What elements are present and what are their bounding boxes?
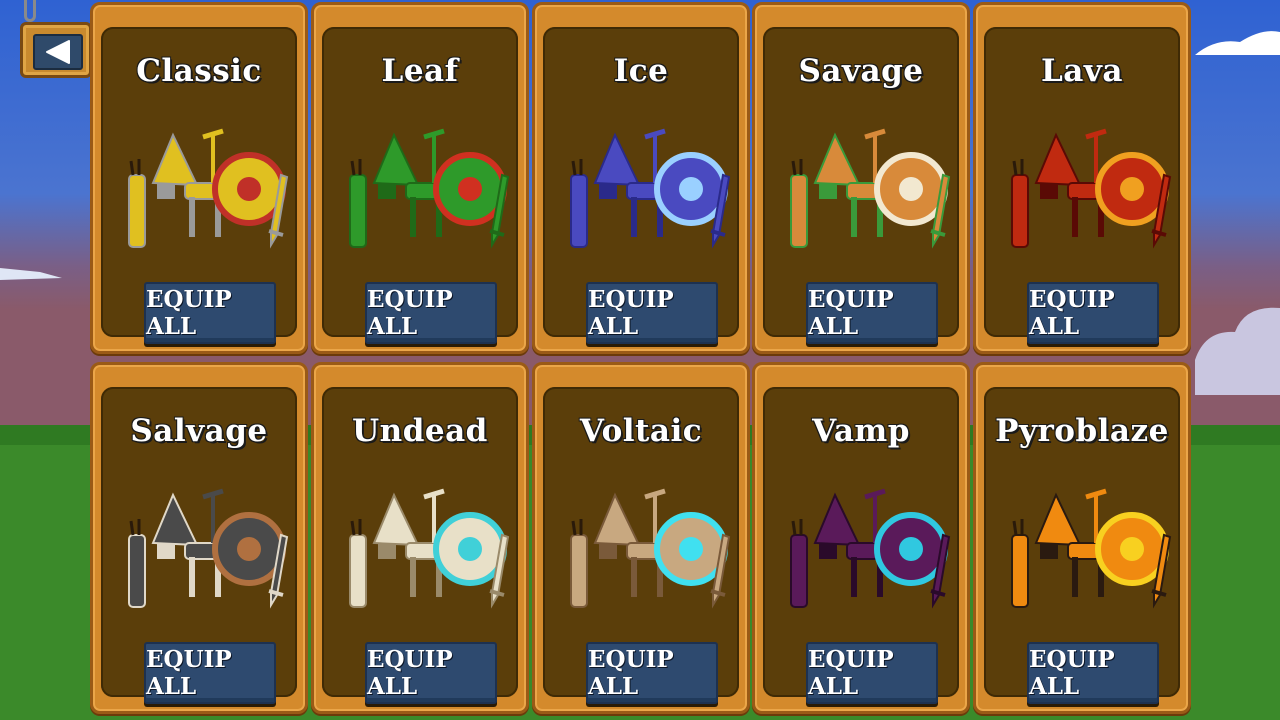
armor-set-card-vamp: Vamp EQUIP ALL <box>752 362 970 714</box>
shield-icon <box>1095 152 1169 226</box>
set-name: Leaf <box>381 53 459 89</box>
quiver-icon <box>570 519 588 608</box>
armor-set-card-classic: Classic EQUIP ALL <box>90 2 308 354</box>
shield-icon <box>433 152 507 226</box>
set-name: Undead <box>352 413 488 449</box>
left-triangle-icon <box>46 40 70 64</box>
armor-set-card-leaf: Leaf EQUIP ALL <box>311 2 529 354</box>
armor-set-preview-image <box>128 128 289 249</box>
card-panel: Undead EQUIP ALL <box>322 387 518 704</box>
set-name: Lava <box>1041 53 1123 89</box>
quiver-icon <box>349 519 367 608</box>
card-panel: Classic EQUIP ALL <box>101 27 297 344</box>
armor-set-preview-image <box>128 488 289 609</box>
quiver-icon <box>790 159 808 248</box>
set-name: Savage <box>798 53 924 89</box>
set-name: Salvage <box>130 413 268 449</box>
armor-set-card-ice: Ice EQUIP ALL <box>532 2 750 354</box>
set-name: Vamp <box>812 413 910 449</box>
quiver-icon <box>1011 159 1029 248</box>
shield-icon <box>212 152 286 226</box>
card-panel: Vamp EQUIP ALL <box>763 387 959 704</box>
armor-set-preview-image <box>1011 488 1172 609</box>
hanging-hook <box>24 0 36 22</box>
armor-set-card-lava: Lava EQUIP ALL <box>973 2 1191 354</box>
equip-all-button[interactable]: EQUIP ALL <box>365 642 497 704</box>
armor-set-preview-image <box>570 128 731 249</box>
quiver-icon <box>1011 519 1029 608</box>
equip-all-button[interactable]: EQUIP ALL <box>806 642 938 704</box>
armor-set-preview-image <box>349 488 510 609</box>
card-panel: Leaf EQUIP ALL <box>322 27 518 344</box>
set-name: Classic <box>136 53 262 89</box>
armor-set-preview-image <box>790 128 951 249</box>
quiver-icon <box>128 159 146 248</box>
armor-set-preview-image <box>790 488 951 609</box>
shield-icon <box>1095 512 1169 586</box>
quiver-icon <box>790 519 808 608</box>
card-panel: Salvage EQUIP ALL <box>101 387 297 704</box>
quiver-icon <box>349 159 367 248</box>
card-panel: Pyroblaze EQUIP ALL <box>984 387 1180 704</box>
armor-set-card-undead: Undead EQUIP ALL <box>311 362 529 714</box>
equip-all-button[interactable]: EQUIP ALL <box>586 282 718 344</box>
card-panel: Ice EQUIP ALL <box>543 27 739 344</box>
equip-all-button[interactable]: EQUIP ALL <box>144 642 276 704</box>
armor-set-preview-image <box>570 488 731 609</box>
equip-all-button[interactable]: EQUIP ALL <box>806 282 938 344</box>
armor-set-preview-image <box>349 128 510 249</box>
set-name: Voltaic <box>579 413 703 449</box>
shield-icon <box>212 512 286 586</box>
armor-set-card-pyroblaze: Pyroblaze EQUIP ALL <box>973 362 1191 714</box>
equip-all-button[interactable]: EQUIP ALL <box>586 642 718 704</box>
equip-all-button[interactable]: EQUIP ALL <box>1027 282 1159 344</box>
armor-set-card-salvage: Salvage EQUIP ALL <box>90 362 308 714</box>
set-name: Pyroblaze <box>995 413 1169 449</box>
shield-icon <box>654 512 728 586</box>
quiver-icon <box>570 159 588 248</box>
armor-set-card-savage: Savage EQUIP ALL <box>752 2 970 354</box>
equip-all-button[interactable]: EQUIP ALL <box>144 282 276 344</box>
shield-icon <box>874 512 948 586</box>
back-button[interactable] <box>20 22 92 78</box>
card-panel: Voltaic EQUIP ALL <box>543 387 739 704</box>
armor-set-card-voltaic: Voltaic EQUIP ALL <box>532 362 750 714</box>
quiver-icon <box>128 519 146 608</box>
card-panel: Savage EQUIP ALL <box>763 27 959 344</box>
set-name: Ice <box>613 53 669 89</box>
shield-icon <box>433 512 507 586</box>
equip-all-button[interactable]: EQUIP ALL <box>365 282 497 344</box>
shield-icon <box>874 152 948 226</box>
shield-icon <box>654 152 728 226</box>
card-panel: Lava EQUIP ALL <box>984 27 1180 344</box>
armor-set-preview-image <box>1011 128 1172 249</box>
equip-all-button[interactable]: EQUIP ALL <box>1027 642 1159 704</box>
